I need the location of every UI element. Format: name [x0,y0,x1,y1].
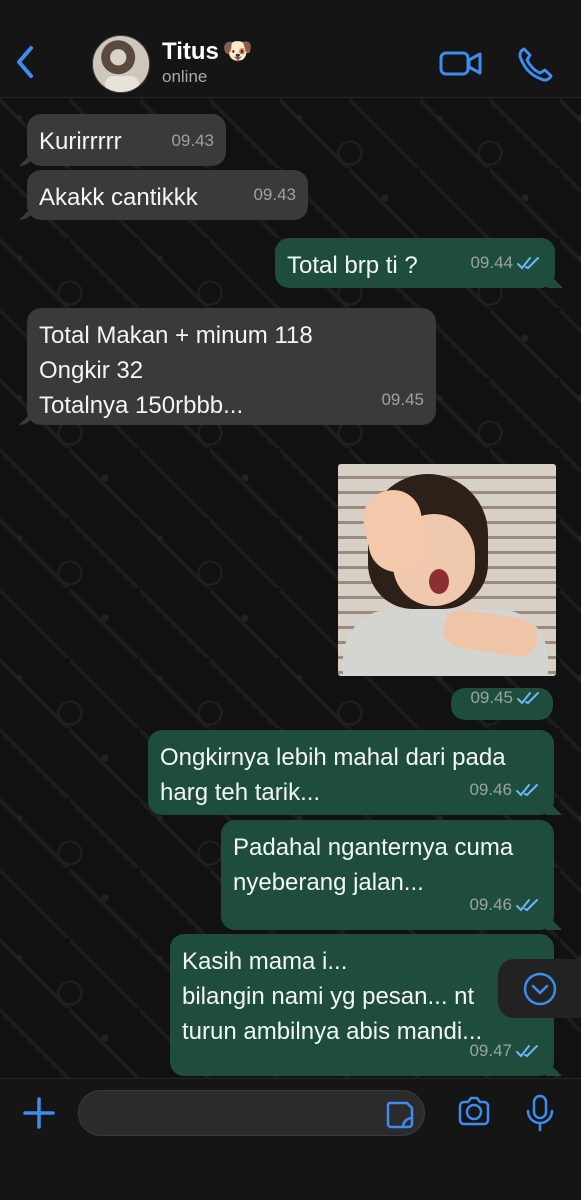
video-call-button[interactable] [438,46,484,80]
sticker-button[interactable] [385,1100,415,1130]
message-time: 09.46 [469,772,542,807]
message-time: 09.47 [469,1033,542,1068]
message-composer [0,1078,581,1200]
chat-screen: Titus 🐶 online Kurirrrrr 09.43 Akakk can… [0,0,581,1200]
message-text: Total brp ti ? [287,252,418,279]
message-input[interactable] [93,1091,378,1137]
message-time: 09.46 [469,887,542,922]
message-time: 09.43 [253,185,296,204]
sticker-icon [386,1101,414,1129]
camera-button[interactable] [456,1094,492,1130]
message-text: Kasih mama i... bilangin nami yg pesan..… [182,948,483,1045]
microphone-icon [526,1094,554,1132]
read-check-icon [517,256,539,269]
message-list[interactable]: Kurirrrrr 09.43 Akakk cantikkk 09.43 Tot… [0,98,581,1078]
scroll-to-bottom-button[interactable] [498,959,581,1018]
contact-name-text: Titus [162,38,219,65]
video-call-icon [439,51,482,76]
attachment-button[interactable] [21,1095,57,1131]
back-button[interactable] [8,40,42,84]
contact-avatar[interactable] [92,35,150,93]
message-outgoing[interactable]: Kasih mama i... bilangin nami yg pesan..… [170,934,554,1076]
shared-photo[interactable] [338,464,556,676]
message-text: Ongkirnya lebih mahal dari pada harg teh… [160,744,506,806]
message-incoming[interactable]: Kurirrrrr 09.43 [27,114,226,166]
chevron-down-icon [523,972,556,1005]
voice-call-button[interactable] [515,44,555,84]
read-check-icon [516,898,538,911]
message-time: 09.45 [381,390,424,409]
message-incoming[interactable]: Akakk cantikkk 09.43 [27,170,308,220]
voice-note-button[interactable] [525,1094,555,1132]
chat-header: Titus 🐶 online [0,0,581,98]
message-time: 09.43 [171,131,214,150]
message-text: Akakk cantikkk [39,184,198,211]
back-icon [17,46,33,78]
message-time: 09.45 [470,680,543,715]
message-time: 09.44 [470,245,543,280]
message-text: Total Makan + minum 118 Ongkir 32 Totaln… [39,322,313,419]
contact-name[interactable]: Titus 🐶 [162,38,253,66]
message-incoming[interactable]: Total Makan + minum 118 Ongkir 32 Totaln… [27,308,436,425]
message-text: Kurirrrrr [39,128,122,155]
message-input-field[interactable] [78,1090,425,1137]
contact-status: online [162,67,208,86]
dog-emoji: 🐶 [222,38,253,65]
read-check-icon [516,783,538,796]
plus-icon [23,1097,55,1129]
voice-call-icon [518,47,553,82]
message-outgoing[interactable]: Padahal nganternya cuma nyeberang jalan.… [221,820,554,930]
read-check-icon [517,691,539,704]
camera-icon [458,1096,490,1126]
photo-timestamp: 09.45 [451,688,553,720]
read-check-icon [516,1044,538,1057]
message-outgoing[interactable]: Total brp ti ? 09.44 [275,238,555,288]
message-outgoing[interactable]: Ongkirnya lebih mahal dari pada harg teh… [148,730,554,815]
